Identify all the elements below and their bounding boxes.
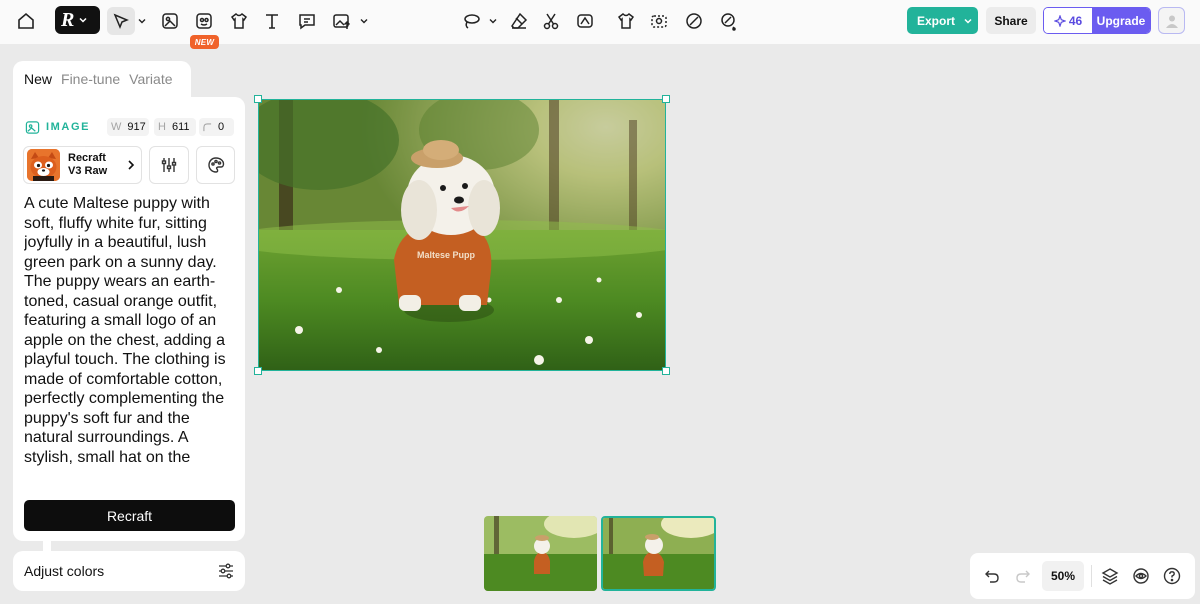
vectorize-icon[interactable] xyxy=(571,7,599,35)
share-button[interactable]: Share xyxy=(986,7,1036,34)
credits-value: 46 xyxy=(1068,13,1083,28)
height-field[interactable]: H 611 xyxy=(154,118,196,136)
width-field[interactable]: W 917 xyxy=(107,118,149,136)
recraft-button[interactable]: Recraft xyxy=(24,500,235,531)
preview-eye-icon[interactable] xyxy=(1130,565,1152,587)
sparkle-icon xyxy=(1053,14,1066,27)
adjust-sliders-icon xyxy=(219,563,233,579)
export-button[interactable]: Export xyxy=(907,7,978,34)
chevron-down-icon[interactable] xyxy=(136,13,148,29)
width-key: W xyxy=(111,121,122,133)
brand-logo-icon: R xyxy=(61,9,75,31)
eraser-icon[interactable] xyxy=(505,7,533,35)
model-selector[interactable]: Recraft V3 Raw xyxy=(23,146,142,184)
credits-counter[interactable]: 46 xyxy=(1044,8,1092,33)
chevron-down-icon[interactable] xyxy=(358,13,370,29)
image-settings-row: IMAGE xyxy=(25,119,90,135)
background-remove-icon[interactable] xyxy=(645,7,673,35)
layers-icon[interactable] xyxy=(1099,565,1121,587)
chevron-right-icon xyxy=(128,160,135,170)
shirt-icon[interactable] xyxy=(612,7,640,35)
corner-radius-icon xyxy=(203,122,212,131)
avatar[interactable] xyxy=(1158,7,1185,34)
shirt-text: Maltese Pupp xyxy=(417,250,476,260)
tshirt-mockup-icon[interactable] xyxy=(225,7,253,35)
resize-handle-bottom-left[interactable] xyxy=(254,367,262,375)
mode-tabs: New Fine-tune Variate xyxy=(13,61,191,97)
puppy-photo: Maltese Pupp xyxy=(259,100,665,370)
resize-handle-bottom-right[interactable] xyxy=(662,367,670,375)
tab-variate[interactable]: Variate xyxy=(129,71,172,87)
canvas-image[interactable]: Maltese Pupp xyxy=(258,99,666,371)
image-upload-icon[interactable] xyxy=(328,7,356,35)
image-type-label[interactable]: IMAGE xyxy=(25,120,90,135)
lasso-icon[interactable] xyxy=(457,7,485,35)
divider xyxy=(1091,565,1092,587)
tab-fine-tune[interactable]: Fine-tune xyxy=(61,71,120,87)
width-value: 917 xyxy=(127,121,146,133)
prompt-textarea[interactable]: A cute Maltese puppy with soft, fluffy w… xyxy=(24,194,236,486)
generation-panel: IMAGE W 917 H 611 0 Recraft V3 Raw A cut… xyxy=(13,97,245,541)
corner-radius-field[interactable]: 0 xyxy=(199,118,234,136)
chevron-down-icon xyxy=(964,18,972,24)
palette-icon xyxy=(207,157,224,173)
model-name: Recraft V3 Raw xyxy=(68,152,108,177)
variation-thumbnail-selected[interactable] xyxy=(601,516,716,591)
photo-tool-icon[interactable] xyxy=(190,7,218,35)
resize-handle-top-left[interactable] xyxy=(254,95,262,103)
sliders-icon xyxy=(161,158,177,172)
scissors-icon[interactable] xyxy=(537,7,565,35)
brand-style-button[interactable]: R xyxy=(55,6,100,34)
user-icon xyxy=(1165,15,1178,28)
view-controls: 50% xyxy=(970,553,1195,599)
upgrade-button[interactable]: Upgrade xyxy=(1092,8,1150,33)
corner-radius-value: 0 xyxy=(218,121,225,133)
text-icon[interactable] xyxy=(258,7,286,35)
select-arrow-icon[interactable] xyxy=(107,7,135,35)
brush-icon[interactable] xyxy=(680,7,708,35)
height-key: H xyxy=(158,121,166,133)
redo-icon[interactable] xyxy=(1012,565,1034,587)
export-label: Export xyxy=(917,13,956,28)
model-thumbnail xyxy=(27,149,60,181)
panel-connector xyxy=(43,541,51,551)
settings-sliders-button[interactable] xyxy=(149,146,189,184)
resize-handle-top-right[interactable] xyxy=(662,95,670,103)
chevron-down-icon[interactable] xyxy=(487,13,499,29)
image-frame-icon[interactable] xyxy=(156,7,184,35)
undo-icon[interactable] xyxy=(981,565,1003,587)
adjust-colors-label: Adjust colors xyxy=(24,563,105,579)
image-label-text: IMAGE xyxy=(46,121,91,133)
height-value: 611 xyxy=(171,121,190,133)
adjust-colors-row[interactable]: Adjust colors xyxy=(13,551,245,591)
credits-upgrade-group: 46 Upgrade xyxy=(1043,7,1151,34)
chevron-down-icon xyxy=(79,17,87,23)
comment-icon[interactable] xyxy=(293,7,321,35)
home-icon[interactable] xyxy=(12,7,40,35)
magic-edit-icon[interactable] xyxy=(714,7,742,35)
top-toolbar: R NEW Export Share 46 Upgrade xyxy=(0,0,1200,49)
zoom-level[interactable]: 50% xyxy=(1042,561,1084,591)
help-icon[interactable] xyxy=(1161,565,1183,587)
style-palette-button[interactable] xyxy=(196,146,235,184)
variation-thumbnail[interactable] xyxy=(484,516,597,591)
image-icon xyxy=(25,120,40,134)
new-badge: NEW xyxy=(190,35,219,49)
tab-new[interactable]: New xyxy=(24,71,52,87)
